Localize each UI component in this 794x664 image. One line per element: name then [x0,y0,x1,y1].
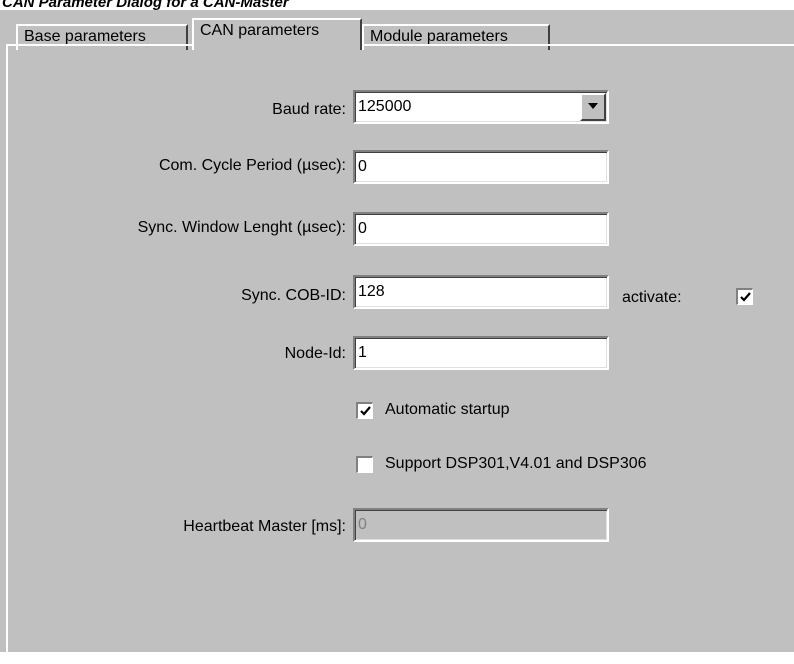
can-parameter-dialog: Base parameters CAN parameters Module pa… [0,10,794,664]
tab-can-parameters[interactable]: CAN parameters [192,18,362,50]
can-parameters-panel [6,44,794,664]
